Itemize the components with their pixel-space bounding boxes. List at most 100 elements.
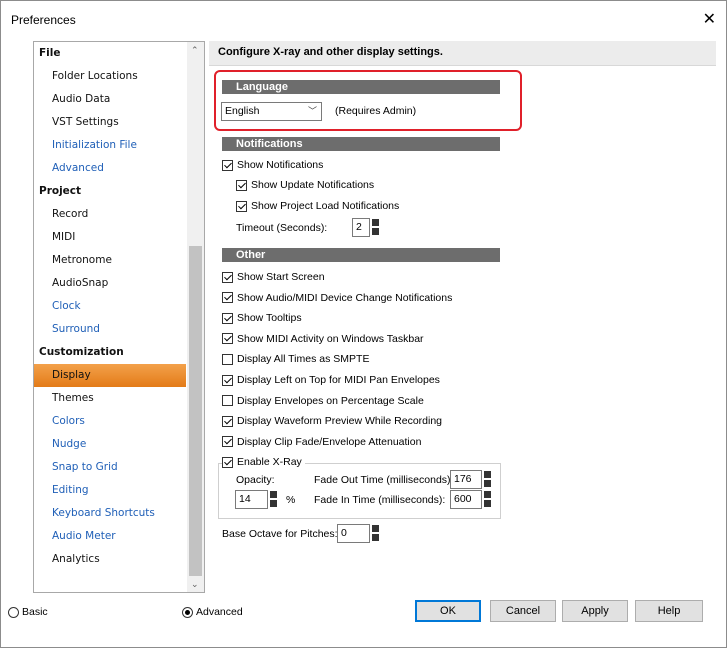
spinner-arrows-icon[interactable] xyxy=(484,490,491,509)
sidebar-item-midi[interactable]: MIDI xyxy=(34,226,187,249)
sidebar-item-advanced[interactable]: Advanced xyxy=(34,157,187,180)
display-all-times-as-smpte-checkbox[interactable]: Display All Times as SMPTE xyxy=(222,353,369,365)
radio-checked-icon xyxy=(182,606,193,618)
checkbox-checked-icon xyxy=(236,200,247,212)
enable-xray-checkbox[interactable]: Enable X-Ray xyxy=(222,456,305,468)
spinner-arrows-icon[interactable] xyxy=(270,490,277,509)
close-icon[interactable]: ✕ xyxy=(703,9,716,29)
language-note: (Requires Admin) xyxy=(335,105,416,117)
percent-label-text: % xyxy=(286,494,296,506)
show-audio-midi-device-change-notifications-checkbox[interactable]: Show Audio/MIDI Device Change Notificati… xyxy=(222,292,452,304)
sidebar-item-colors[interactable]: Colors xyxy=(34,410,187,433)
display-waveform-preview-while-recording-checkbox[interactable]: Display Waveform Preview While Recording xyxy=(222,415,442,427)
sidebar-scrollbar[interactable]: ⌃ ⌄ xyxy=(187,42,204,592)
display-waveform-preview-while-recording-label: Display Waveform Preview While Recording xyxy=(237,415,443,428)
language-select[interactable]: English ﹀ xyxy=(221,102,322,121)
language-select-value: English xyxy=(225,105,260,117)
sidebar-item-vst-settings[interactable]: VST Settings xyxy=(34,111,187,134)
panel-header: Configure X-ray and other display settin… xyxy=(209,41,716,66)
opacity-label-text: Opacity: xyxy=(236,474,275,486)
show-start-screen-label: Show Start Screen xyxy=(237,271,325,283)
spinner-arrows-icon[interactable] xyxy=(484,470,491,489)
display-left-on-top-for-midi-pan-envelopes-checkbox[interactable]: Display Left on Top for MIDI Pan Envelop… xyxy=(222,374,440,386)
fade-out-label: Fade Out Time (milliseconds): xyxy=(314,474,453,486)
cancel-button[interactable]: Cancel xyxy=(490,600,556,622)
show-tooltips-label: Show Tooltips xyxy=(237,312,302,325)
sidebar-item-surround[interactable]: Surround xyxy=(34,318,187,341)
spinner-arrows-icon[interactable] xyxy=(372,218,379,237)
display-left-on-top-for-midi-pan-envelopes-label: Display Left on Top for MIDI Pan Envelop… xyxy=(237,374,440,386)
display-envelopes-on-percentage-scale-checkbox[interactable]: Display Envelopes on Percentage Scale xyxy=(222,395,424,407)
help-button[interactable]: Help xyxy=(635,600,703,622)
sidebar-item-keyboard-shortcuts[interactable]: Keyboard Shortcuts xyxy=(34,502,187,525)
checkbox-checked-icon xyxy=(222,456,233,468)
sidebar-category-file[interactable]: File xyxy=(34,42,187,65)
display-all-times-as-smpte-label: Display All Times as SMPTE xyxy=(237,353,370,366)
radio-unchecked-icon xyxy=(8,606,19,618)
show-start-screen-checkbox[interactable]: Show Start Screen xyxy=(222,271,325,283)
sidebar-item-metronome[interactable]: Metronome xyxy=(34,249,187,272)
checkbox-checked-icon xyxy=(222,292,233,304)
fade-in-spinner[interactable]: 600 xyxy=(450,490,491,509)
show-project-load-notifications-checkbox[interactable]: Show Project Load Notifications xyxy=(236,200,399,212)
advanced-radio[interactable]: Advanced xyxy=(182,606,243,618)
opacity-input[interactable]: 14 xyxy=(235,490,268,509)
panel-header-text: Configure X-ray and other display settin… xyxy=(218,46,443,58)
show-update-notifications-checkbox[interactable]: Show Update Notifications xyxy=(236,179,374,191)
sidebar-item-clock[interactable]: Clock xyxy=(34,295,187,318)
show-midi-activity-on-windows-taskbar-checkbox[interactable]: Show MIDI Activity on Windows Taskbar xyxy=(222,333,424,345)
scroll-down-icon[interactable]: ⌄ xyxy=(191,579,199,590)
base-octave-input[interactable]: 0 xyxy=(337,524,370,543)
checkbox-unchecked-icon xyxy=(222,353,233,365)
base-octave-spinner[interactable]: 0 xyxy=(337,524,379,543)
sidebar-item-audiosnap[interactable]: AudioSnap xyxy=(34,272,187,295)
display-clip-fade-envelope-attenuation-checkbox[interactable]: Display Clip Fade/Envelope Attenuation xyxy=(222,436,421,448)
sidebar-item-snap-to-grid[interactable]: Snap to Grid xyxy=(34,456,187,479)
show-midi-activity-on-windows-taskbar-label: Show MIDI Activity on Windows Taskbar xyxy=(237,332,424,345)
fade-out-spinner[interactable]: 176 xyxy=(450,470,491,489)
timeout-spinner[interactable]: 2 xyxy=(352,218,379,237)
checkbox-checked-icon xyxy=(222,415,233,427)
display-clip-fade-envelope-attenuation-label: Display Clip Fade/Envelope Attenuation xyxy=(237,435,422,448)
sidebar-item-nudge[interactable]: Nudge xyxy=(34,433,187,456)
fade-out-input[interactable]: 176 xyxy=(450,470,482,489)
preferences-dialog: Preferences ✕ File Folder Locations Audio … xyxy=(0,0,727,648)
scroll-up-icon[interactable]: ⌃ xyxy=(191,45,199,56)
category-tree: File Folder Locations Audio Data VST Settin… xyxy=(33,41,205,593)
show-audio-midi-device-change-notifications-label: Show Audio/MIDI Device Change Notificati… xyxy=(237,291,453,304)
basic-radio-label: Basic xyxy=(22,606,48,618)
sidebar-item-analytics[interactable]: Analytics xyxy=(34,548,187,571)
sidebar-item-audio-meter[interactable]: Audio Meter xyxy=(34,525,187,548)
base-octave-label-text: Base Octave for Pitches: xyxy=(222,528,338,540)
scroll-thumb[interactable] xyxy=(189,246,202,576)
show-tooltips-checkbox[interactable]: Show Tooltips xyxy=(222,312,302,324)
sidebar-item-editing[interactable]: Editing xyxy=(34,479,187,502)
spinner-arrows-icon[interactable] xyxy=(372,524,379,543)
show-update-notifications-label: Show Update Notifications xyxy=(251,179,375,191)
sidebar-category-project[interactable]: Project xyxy=(34,180,187,203)
apply-button[interactable]: Apply xyxy=(562,600,628,622)
requires-admin-label: (Requires Admin) xyxy=(335,105,417,117)
sidebar-item-audio-data[interactable]: Audio Data xyxy=(34,88,187,111)
timeout-label-text: Timeout (Seconds): xyxy=(236,222,328,234)
basic-radio[interactable]: Basic xyxy=(8,606,48,618)
sidebar-item-display[interactable]: Display xyxy=(34,364,186,387)
opacity-spinner[interactable]: 14 xyxy=(235,490,277,509)
chevron-down-icon: ﹀ xyxy=(307,106,317,116)
sidebar-category-customization[interactable]: Customization xyxy=(34,341,187,364)
display-envelopes-on-percentage-scale-label: Display Envelopes on Percentage Scale xyxy=(237,394,424,407)
sidebar-item-folder-locations[interactable]: Folder Locations xyxy=(34,65,187,88)
title-bar: Preferences ✕ xyxy=(1,1,726,38)
checkbox-checked-icon xyxy=(222,312,233,324)
sidebar-item-initialization-file[interactable]: Initialization File xyxy=(34,134,187,157)
sidebar-item-themes[interactable]: Themes xyxy=(34,387,187,410)
timeout-input[interactable]: 2 xyxy=(352,218,370,237)
opacity-label: Opacity: xyxy=(236,474,275,486)
window-title: Preferences xyxy=(11,13,76,27)
base-octave-label: Base Octave for Pitches: xyxy=(222,528,338,540)
sidebar-item-record[interactable]: Record xyxy=(34,203,187,226)
show-notifications-checkbox[interactable]: Show Notifications xyxy=(222,159,323,171)
fade-in-input[interactable]: 600 xyxy=(450,490,482,509)
checkbox-checked-icon xyxy=(222,159,233,171)
ok-button[interactable]: OK xyxy=(415,600,481,622)
